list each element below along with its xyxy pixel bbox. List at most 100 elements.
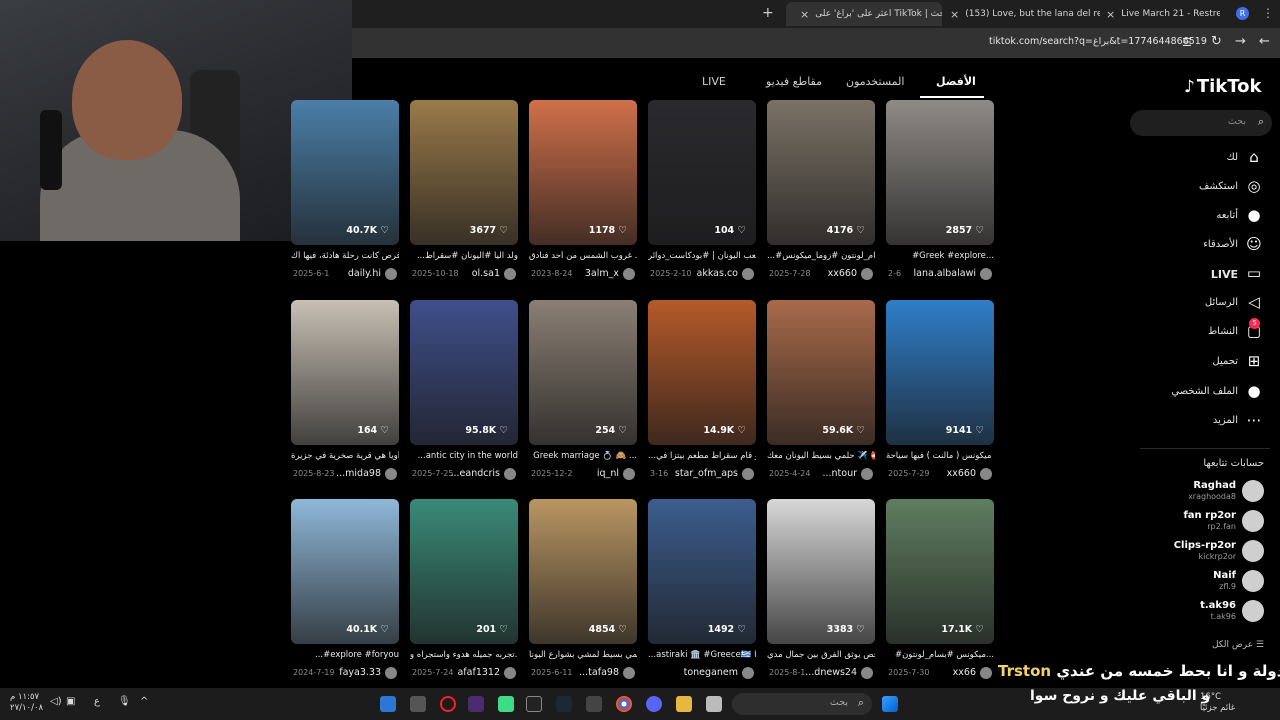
epic-games-icon[interactable] xyxy=(526,696,542,712)
avatar[interactable] xyxy=(742,468,754,480)
video-thumbnail[interactable]: 40.1K ♡ xyxy=(291,499,399,644)
video-thumbnail[interactable]: 3677 ♡ xyxy=(410,100,518,245)
tab-top[interactable]: الأفضل xyxy=(936,75,976,95)
video-caption[interactable]: ...#بسام_لونتون #زوما_ميكونس xyxy=(767,251,875,261)
video-caption[interactable]: حلمي بسيط اليونان معك ✈️ 📛 xyxy=(767,451,875,461)
video-caption[interactable]: ...astiraki 🏛️ #Greece🇬🇷 اليا xyxy=(648,650,756,660)
video-caption[interactable]: ...ماذا لو قام سقراط مطعم بيتزا في xyxy=(648,451,756,461)
creator-username[interactable]: star_ofm_aps xyxy=(675,468,738,479)
avatar[interactable] xyxy=(980,468,992,480)
close-icon[interactable]: × xyxy=(950,8,959,21)
creator-username[interactable]: ...tafa98 xyxy=(579,667,619,678)
avatar[interactable] xyxy=(861,468,873,480)
browser-tab-tiktok[interactable]: × اعثر على 'براغ' على TikTok | بحث xyxy=(786,2,942,26)
url-field[interactable]: tiktok.com/search?q=براغ&t=1774644866519 xyxy=(989,36,1207,47)
following-account[interactable]: Clips-rp2or kickrp2or xyxy=(1130,538,1272,566)
video-caption[interactable]: حلمي بسيط لمشي بشوارع اليونا... xyxy=(529,650,637,660)
avatar[interactable] xyxy=(623,468,635,480)
tab-videos[interactable]: مقاطع فيديو xyxy=(766,75,822,95)
video-thumbnail[interactable]: 59.6K ♡ xyxy=(767,300,875,445)
tab-users[interactable]: المستخدمون xyxy=(846,75,904,95)
volume-icon[interactable]: ◁) xyxy=(50,696,62,707)
windows-start-icon[interactable] xyxy=(882,696,898,712)
avatar[interactable] xyxy=(980,268,992,280)
creator-username[interactable]: iq_nl xyxy=(597,468,619,479)
creator-username[interactable]: xx660 xyxy=(947,468,976,479)
video-thumbnail[interactable]: 14.9K ♡ xyxy=(648,300,756,445)
video-caption[interactable]: #ميكونس #بسام_لونتون... xyxy=(886,650,994,660)
video-caption[interactable]: شعب اليونان | #بودكاست_دوائر xyxy=(648,251,756,261)
video-thumbnail[interactable]: 1492 ♡ xyxy=(648,499,756,644)
menu-icon[interactable]: ⋮ xyxy=(1262,6,1274,20)
avatar[interactable] xyxy=(504,268,516,280)
browser-tab-restream[interactable]: × Live March 21 - Restream xyxy=(1100,2,1220,26)
tiktok-logo[interactable]: ♪ TikTok xyxy=(1184,76,1262,97)
chevron-up-icon[interactable]: ^ xyxy=(140,696,148,707)
video-caption[interactable]: ...#explore #foryou xyxy=(291,650,399,660)
forward-arrow-icon[interactable]: → xyxy=(1235,34,1246,49)
file-explorer-icon[interactable] xyxy=(706,696,722,712)
sidebar-item-9[interactable]: ⋯ المزيد xyxy=(1150,411,1270,433)
see-all-link[interactable]: عرض الكل ☰ xyxy=(1150,640,1264,650)
following-account[interactable]: Raghad xraghooda8 xyxy=(1130,478,1272,506)
taskbar-search[interactable]: بحث ⌕ xyxy=(732,693,872,715)
avatar[interactable] xyxy=(385,468,397,480)
steam-icon[interactable] xyxy=(556,696,572,712)
next-app-icon[interactable] xyxy=(468,696,484,712)
avatar[interactable] xyxy=(385,667,397,679)
creator-username[interactable]: faya3.33 xyxy=(339,667,381,678)
video-caption[interactable]: شخص يوثق الفرق بين جمال مدي... xyxy=(767,650,875,660)
app-icon[interactable] xyxy=(586,696,602,712)
following-account[interactable]: t.ak96 t.ak96 xyxy=(1130,598,1272,626)
avatar[interactable] xyxy=(623,667,635,679)
sidebar-item-1[interactable]: ◎ استكشف xyxy=(1150,177,1270,199)
app-icon[interactable] xyxy=(498,696,514,712)
creator-username[interactable]: xx66 xyxy=(953,667,976,678)
sidebar-item-5[interactable]: ◁ الرسائل xyxy=(1150,293,1270,315)
avatar[interactable] xyxy=(861,667,873,679)
video-caption[interactable]: فرص كانت رحلة هادئة، فيها أك... xyxy=(291,251,399,261)
video-thumbnail[interactable]: 2857 ♡ xyxy=(886,100,994,245)
creator-username[interactable]: ...ntour xyxy=(822,468,857,479)
video-thumbnail[interactable]: 40.7K ♡ xyxy=(291,100,399,245)
folder-icon[interactable] xyxy=(676,696,692,712)
browser-tab-youtube[interactable]: × (153) Love, but the lana del rey xyxy=(944,2,1100,26)
microphone-icon[interactable]: 🎙 xyxy=(118,696,131,707)
video-caption[interactable]: ميكونس ( مالنت ) فيها سياحة ... xyxy=(886,451,994,461)
video-caption[interactable]: #Greek #explore... xyxy=(886,251,994,261)
video-caption[interactable]: غروب الشمس من أحد فنادق ... xyxy=(529,251,637,261)
sidebar-item-2[interactable]: ● أتابعه xyxy=(1150,206,1270,228)
avatar[interactable] xyxy=(623,268,635,280)
creator-username[interactable]: ol.sa1 xyxy=(472,268,500,279)
video-thumbnail[interactable]: 95.8K ♡ xyxy=(410,300,518,445)
video-thumbnail[interactable]: 164 ♡ xyxy=(291,300,399,445)
video-thumbnail[interactable]: 1178 ♡ xyxy=(529,100,637,245)
video-caption[interactable]: ...antic city in the world xyxy=(410,451,518,461)
avatar[interactable] xyxy=(742,268,754,280)
creator-username[interactable]: afaf1312 xyxy=(457,667,500,678)
sidebar-item-7[interactable]: ⊞ تحميل xyxy=(1150,352,1270,374)
avatar[interactable] xyxy=(385,268,397,280)
close-icon[interactable]: × xyxy=(800,8,809,21)
video-caption[interactable]: ...ولد اليا #اليونان #سقراط xyxy=(410,251,518,261)
close-icon[interactable]: × xyxy=(1106,8,1115,21)
creator-username[interactable]: 3alm_x xyxy=(585,268,619,279)
app-icon[interactable] xyxy=(380,696,396,712)
creator-username[interactable]: akkas.co xyxy=(697,268,738,279)
avatar[interactable] xyxy=(742,667,754,679)
video-thumbnail[interactable]: 9141 ♡ xyxy=(886,300,994,445)
sidebar-item-3[interactable]: ☺ الأصدقاء xyxy=(1150,235,1270,257)
browser-profile-avatar[interactable]: R xyxy=(1236,7,1249,20)
creator-username[interactable]: lana.albalawi xyxy=(913,268,976,279)
avatar[interactable] xyxy=(861,268,873,280)
video-caption[interactable]: Greek marriage 💍 🙈 ... xyxy=(529,451,637,461)
video-thumbnail[interactable]: 3383 ♡ xyxy=(767,499,875,644)
taskbar-clock[interactable]: ١١:٥٧ م ٢٧/١٠/٠٨ xyxy=(10,692,43,714)
sidebar-item-6[interactable]: ▢ النشاط 5 xyxy=(1150,318,1270,344)
video-thumbnail[interactable]: 201 ♡ xyxy=(410,499,518,644)
avatar[interactable] xyxy=(504,667,516,679)
avatar[interactable] xyxy=(504,468,516,480)
video-caption[interactable]: تجربه جميله هدوء واستجراه و... xyxy=(410,650,518,660)
avatar[interactable] xyxy=(980,667,992,679)
video-thumbnail[interactable]: 17.1K ♡ xyxy=(886,499,994,644)
